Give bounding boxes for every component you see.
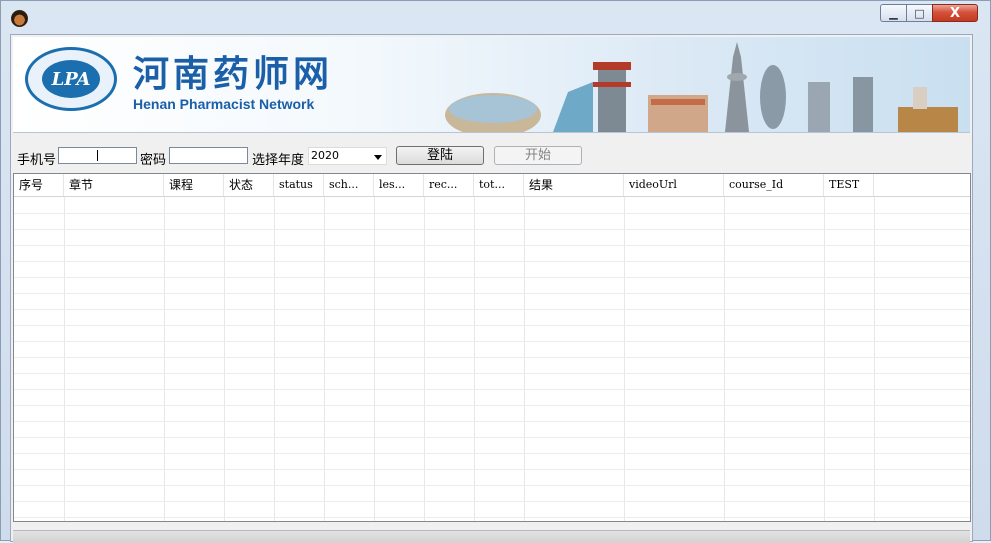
table-header: 序号 章节 课程 状态 status sch... les... rec... … xyxy=(14,174,970,197)
grid-row-divider xyxy=(14,261,970,262)
grid-row-divider xyxy=(14,405,970,406)
column-header-sch[interactable]: sch... xyxy=(324,174,374,196)
client-area: LPA 河南药师网 Henan Pharmacist Network 手机号 密… xyxy=(10,34,973,543)
app-window: ▁ □ X LPA 河南药师网 Henan Pharmacist Network xyxy=(0,0,991,543)
column-header-course[interactable]: 课程 xyxy=(164,174,224,196)
grid-row-divider xyxy=(14,469,970,470)
year-label: 选择年度 xyxy=(252,153,305,168)
association-logo: LPA xyxy=(25,47,117,111)
grid-row-divider xyxy=(14,421,970,422)
password-input[interactable] xyxy=(169,147,248,164)
app-icon xyxy=(11,10,28,27)
grid-row-divider xyxy=(14,517,970,518)
horizontal-scrollbar[interactable] xyxy=(13,530,970,543)
grid-row-divider xyxy=(14,357,970,358)
maximize-button[interactable]: □ xyxy=(906,4,932,22)
year-select[interactable]: 2020 xyxy=(308,147,387,165)
login-toolbar: 手机号 密码 选择年度 2020 登陆 开始 xyxy=(13,143,970,169)
column-header-index[interactable]: 序号 xyxy=(14,174,64,196)
title-bar[interactable]: ▁ □ X xyxy=(1,1,990,31)
grid-row-divider xyxy=(14,325,970,326)
site-title-en: Henan Pharmacist Network xyxy=(133,96,315,112)
column-header-videourl[interactable]: videoUrl xyxy=(624,174,724,196)
window-controls: ▁ □ X xyxy=(880,4,978,24)
column-header-result[interactable]: 结果 xyxy=(524,174,624,196)
grid-row-divider xyxy=(14,229,970,230)
phone-input[interactable] xyxy=(58,147,137,164)
close-button[interactable]: X xyxy=(932,4,978,22)
login-button[interactable]: 登陆 xyxy=(396,146,484,165)
city-skyline-image xyxy=(445,42,958,132)
minimize-button[interactable]: ▁ xyxy=(880,4,906,22)
grid-row-divider xyxy=(14,373,970,374)
start-button[interactable]: 开始 xyxy=(494,146,582,165)
grid-row-divider xyxy=(14,501,970,502)
column-header-les[interactable]: les... xyxy=(374,174,424,196)
text-caret xyxy=(97,150,98,161)
grid-row-divider xyxy=(14,485,970,486)
grid-row-divider xyxy=(14,309,970,310)
column-header-state[interactable]: 状态 xyxy=(224,174,274,196)
column-header-status[interactable]: status xyxy=(274,174,324,196)
grid-row-divider xyxy=(14,341,970,342)
column-header-rec[interactable]: rec... xyxy=(424,174,474,196)
grid-row-divider xyxy=(14,453,970,454)
grid-row-divider xyxy=(14,389,970,390)
year-select-value: 2020 xyxy=(311,149,339,162)
password-label: 密码 xyxy=(140,153,167,168)
column-header-chapter[interactable]: 章节 xyxy=(64,174,164,196)
table-body[interactable] xyxy=(14,197,970,521)
course-table[interactable]: 序号 章节 课程 状态 status sch... les... rec... … xyxy=(13,173,971,522)
column-header-tot[interactable]: tot... xyxy=(474,174,524,196)
phone-label: 手机号 xyxy=(17,153,57,168)
grid-row-divider xyxy=(14,277,970,278)
grid-row-divider xyxy=(14,293,970,294)
logo-text: LPA xyxy=(42,60,100,98)
site-title-cn: 河南药师网 xyxy=(133,54,334,95)
column-header-course-id[interactable]: course_Id xyxy=(724,174,824,196)
grid-row-divider xyxy=(14,245,970,246)
chevron-down-icon[interactable] xyxy=(374,155,382,160)
grid-row-divider xyxy=(14,437,970,438)
column-header-test[interactable]: TEST xyxy=(824,174,874,196)
header-banner: LPA 河南药师网 Henan Pharmacist Network xyxy=(13,37,970,133)
grid-row-divider xyxy=(14,213,970,214)
